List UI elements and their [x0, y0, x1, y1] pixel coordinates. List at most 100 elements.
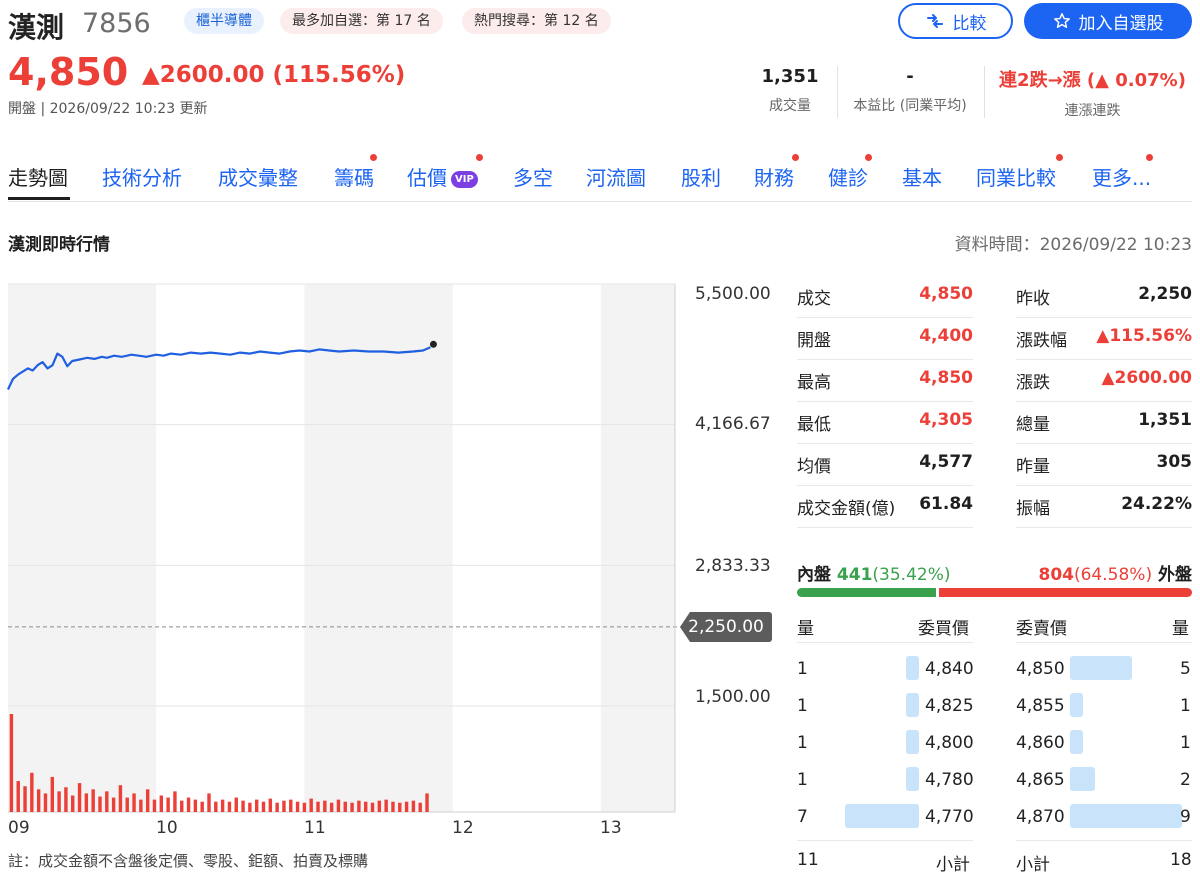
ask-qty-bar: [1070, 804, 1182, 828]
tab-river[interactable]: 河流圖: [586, 162, 646, 191]
volume-bar: [200, 801, 204, 812]
tab-chips[interactable]: 籌碼: [334, 162, 374, 191]
quote-row: 最高 4,850: [797, 360, 973, 402]
tab-basic[interactable]: 基本: [902, 162, 942, 191]
compare-button[interactable]: 比較: [898, 3, 1013, 39]
volume-bar: [336, 799, 341, 812]
quote-row: 均價 4,577: [797, 444, 973, 486]
y-tick-label: 2,833.33: [695, 556, 771, 576]
tab-technical[interactable]: 技術分析: [102, 162, 182, 191]
quote-label: 均價: [797, 457, 831, 477]
bid-qty: 1: [797, 696, 808, 716]
volume-bar: [364, 801, 368, 812]
ask-subtotal-label: 小計: [1016, 855, 1050, 875]
ask-qty: 2: [1180, 770, 1191, 790]
volume-bar: [98, 796, 102, 812]
inner-label: 內盤: [797, 565, 831, 585]
volume-bar: [309, 798, 313, 812]
intraday-chart[interactable]: [0, 270, 772, 830]
tab-label: 更多...: [1092, 166, 1152, 190]
tab-dividend[interactable]: 股利: [681, 162, 721, 191]
quote-label: 振幅: [1016, 499, 1050, 519]
quote-row: 漲跌 ▲2600.00: [1016, 360, 1192, 402]
tab-label: 成交彙整: [218, 166, 298, 190]
volume-bar: [145, 789, 150, 812]
compare-label: 比較: [952, 13, 987, 34]
compare-icon: [926, 14, 943, 28]
star-icon: [1053, 13, 1070, 29]
x-tick-label: 11: [304, 818, 326, 838]
quote-value: 24.22%: [1121, 494, 1192, 514]
volume-bar: [234, 797, 238, 812]
ask-qty-header: 量: [1172, 619, 1189, 639]
subtotal-divider: [1016, 840, 1192, 841]
header-divider: [797, 642, 973, 643]
bid-price: 4,780: [925, 770, 974, 790]
tab-label: 技術分析: [102, 166, 182, 190]
bid-price: 4,825: [925, 696, 974, 716]
footnote: 註：成交金額不含盤後定價、零股、鉅額、拍賣及標購: [8, 852, 369, 870]
tab-health[interactable]: 健診: [828, 162, 868, 191]
ask-qty: 9: [1180, 807, 1191, 827]
tab-label: 籌碼: [334, 166, 374, 190]
tab-bull-bear[interactable]: 多空: [513, 162, 553, 191]
tab-label: 同業比較: [976, 166, 1056, 190]
ask-qty-bar: [1070, 730, 1083, 754]
vip-badge: VIP: [451, 171, 478, 188]
tab-more[interactable]: 更多...: [1092, 162, 1151, 191]
search-rank-chip[interactable]: 熱門搜尋：第 12 名: [462, 8, 611, 34]
add-watchlist-button[interactable]: 加入自選股: [1024, 3, 1192, 39]
bid-qty-bar: [906, 656, 919, 680]
ask-qty-bar: [1070, 767, 1095, 791]
volume-bar: [214, 801, 218, 812]
volume-bar: [23, 786, 27, 812]
volume-bar: [43, 793, 48, 812]
bid-qty: 1: [797, 733, 808, 753]
outer-ratio-fill: [938, 588, 1192, 597]
tab-financials[interactable]: 財務: [754, 162, 794, 191]
volume-bar: [261, 801, 266, 812]
watchlist-rank-chip[interactable]: 最多加自選：第 17 名: [280, 8, 443, 34]
outer-volume: 804(64.58%) 外盤: [1038, 560, 1192, 585]
tab-notification-dot: [865, 154, 872, 161]
volume-bar: [50, 776, 54, 812]
volume-bar: [152, 799, 157, 812]
add-watchlist-label: 加入自選股: [1078, 13, 1164, 34]
volume-bar: [180, 800, 184, 812]
data-time: 資料時間：2026/09/22 10:23: [954, 235, 1192, 255]
quote-label: 成交金額(億): [797, 499, 896, 519]
sector-chip[interactable]: 櫃半導體: [184, 8, 264, 34]
stat-pe: - 本益比 (同業平均): [842, 66, 978, 115]
hour-band: [156, 284, 305, 812]
row-divider: [797, 527, 973, 528]
ask-qty: 5: [1180, 659, 1191, 679]
volume-bar: [350, 802, 354, 812]
volume-bar: [384, 799, 388, 812]
tab-peer-compare[interactable]: 同業比較: [976, 162, 1056, 191]
stock-code: 7856: [82, 8, 151, 39]
tab-trend[interactable]: 走勢圖: [8, 162, 68, 191]
tab-label: 健診: [828, 166, 868, 190]
volume-bar: [9, 714, 14, 812]
volume-bar: [377, 800, 382, 812]
volume-bar: [241, 800, 245, 812]
tab-label: 股利: [681, 166, 721, 190]
quote-label: 漲跌幅: [1016, 331, 1067, 351]
quote-label: 昨量: [1016, 457, 1050, 477]
volume-bar: [64, 787, 68, 812]
bid-qty-bar: [906, 693, 919, 717]
volume-bar: [289, 799, 293, 812]
volume-bar: [268, 798, 273, 812]
tab-valuation[interactable]: 估價 VIP: [407, 162, 478, 191]
y-tick-label: 4,166.67: [695, 414, 771, 434]
quote-label: 漲跌: [1016, 373, 1050, 393]
tab-trades[interactable]: 成交彙整: [218, 162, 298, 191]
tab-notification-dot: [476, 154, 483, 161]
inner-volume: 內盤 441(35.42%): [797, 560, 951, 585]
quote-row: 總量 1,351: [1016, 402, 1192, 444]
volume-bar: [295, 801, 300, 812]
ask-qty: 1: [1180, 733, 1191, 753]
hour-band: [304, 284, 453, 812]
stat-label: 本益比 (同業平均): [853, 98, 967, 114]
outer-label: 外盤: [1158, 565, 1192, 585]
